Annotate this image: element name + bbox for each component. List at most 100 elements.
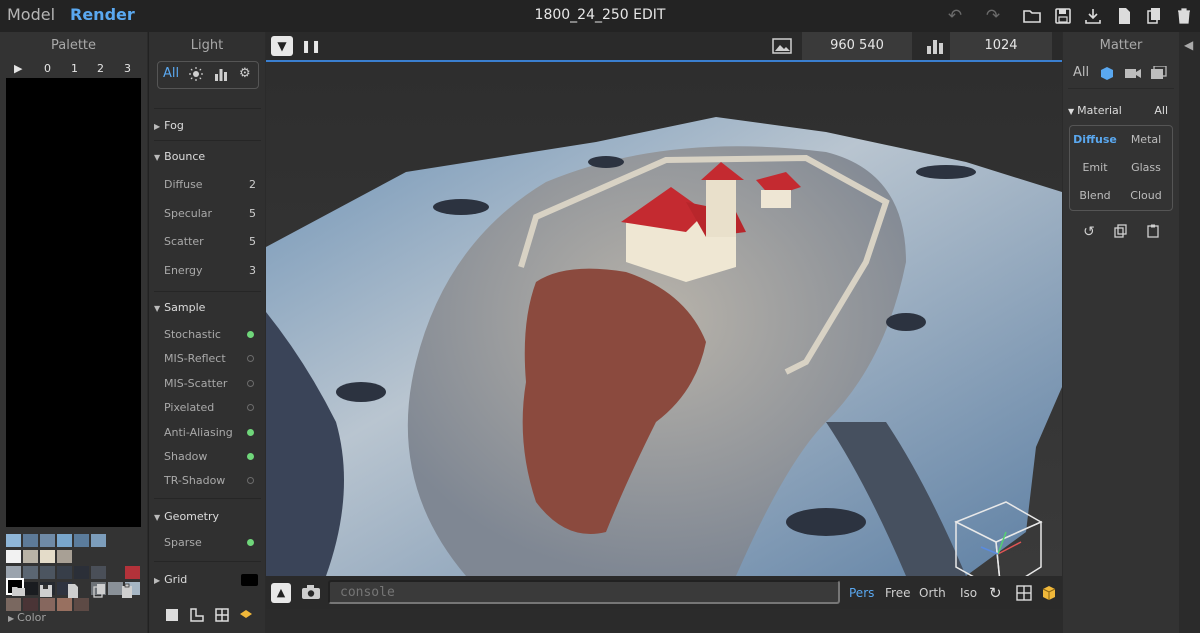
material-diffuse[interactable]: Diffuse xyxy=(1070,126,1120,154)
new-file-icon[interactable] xyxy=(65,583,81,599)
palette-swatch[interactable] xyxy=(74,534,89,547)
collapse-panel-icon[interactable]: ◀ xyxy=(1184,38,1193,52)
new-file-icon[interactable] xyxy=(1114,6,1134,26)
rendered-scene[interactable] xyxy=(266,62,1062,576)
palette-column-3[interactable]: 3 xyxy=(124,62,131,75)
sample-count-display[interactable]: 1024 xyxy=(950,32,1052,60)
palette-swatch[interactable] xyxy=(125,566,140,579)
energy-bounce-field[interactable]: Energy 3 xyxy=(164,264,259,277)
palette-swatch[interactable] xyxy=(40,534,55,547)
video-camera-icon[interactable] xyxy=(1125,67,1141,83)
download-icon[interactable] xyxy=(1083,6,1103,26)
cube-view-icon[interactable] xyxy=(1041,585,1057,605)
toggle-anti-aliasing[interactable]: Anti-Aliasing xyxy=(164,426,259,439)
grid-color-swatch[interactable] xyxy=(241,574,258,586)
toggle-mis-reflect[interactable]: MIS-Reflect xyxy=(164,352,259,365)
palette-swatch[interactable] xyxy=(23,550,38,563)
resolution-display[interactable]: 960 540 xyxy=(802,32,912,60)
palette-swatch[interactable] xyxy=(91,566,106,579)
material-emit[interactable]: Emit xyxy=(1070,154,1120,182)
cam-mode-iso[interactable]: Iso xyxy=(960,586,977,600)
sample-section-header[interactable]: ▼ Sample xyxy=(154,301,205,314)
palette-swatch[interactable] xyxy=(23,566,38,579)
diffuse-bounce-field[interactable]: Diffuse 2 xyxy=(164,178,259,191)
collapse-up-icon[interactable]: ▲ xyxy=(271,583,291,603)
image-icon[interactable] xyxy=(771,36,793,56)
toggle-pixelated[interactable]: Pixelated xyxy=(164,401,259,414)
toggle-indicator-dot[interactable] xyxy=(247,477,254,484)
light-tab-all[interactable]: All xyxy=(163,66,179,81)
scatter-bounce-field[interactable]: Scatter 5 xyxy=(164,235,259,248)
matter-tab-all[interactable]: All xyxy=(1073,65,1089,80)
toggle-indicator-dot[interactable] xyxy=(247,453,254,460)
square-icon[interactable] xyxy=(164,608,180,624)
tab-model[interactable]: Model xyxy=(7,5,55,24)
palette-column-0[interactable]: 0 xyxy=(44,62,51,75)
material-metal[interactable]: Metal xyxy=(1121,126,1171,154)
cube-icon[interactable] xyxy=(1100,66,1114,84)
palette-swatch[interactable] xyxy=(57,534,72,547)
trash-icon[interactable] xyxy=(1174,6,1194,26)
redo-icon[interactable]: ↷ xyxy=(983,6,1003,26)
tab-render[interactable]: Render xyxy=(70,5,135,24)
copy-file-icon[interactable] xyxy=(1144,6,1164,26)
material-blend[interactable]: Blend xyxy=(1070,182,1120,210)
undo-icon[interactable]: ↶ xyxy=(945,6,965,26)
cam-mode-orth[interactable]: Orth xyxy=(919,586,946,600)
histogram-icon[interactable] xyxy=(924,36,946,56)
collapse-down-icon[interactable]: ▼ xyxy=(271,36,293,56)
palette-column-2[interactable]: 2 xyxy=(97,62,104,75)
pause-icon[interactable]: ❚❚ xyxy=(300,36,322,56)
sparse-toggle-dot[interactable] xyxy=(247,539,254,546)
palette-swatch[interactable] xyxy=(74,566,89,579)
sun-icon[interactable] xyxy=(189,67,203,85)
toggle-indicator-dot[interactable] xyxy=(247,404,254,411)
fog-section-header[interactable]: ▶ Fog xyxy=(154,119,184,132)
folder-open-icon[interactable] xyxy=(11,583,27,599)
toggle-indicator-dot[interactable] xyxy=(247,429,254,436)
camera-icon[interactable] xyxy=(301,584,321,604)
cam-mode-pers[interactable]: Pers xyxy=(849,586,874,600)
reset-camera-icon[interactable]: ↻ xyxy=(989,584,1002,602)
palette-column-1[interactable]: 1 xyxy=(71,62,78,75)
paste-icon[interactable] xyxy=(1145,224,1161,240)
diffuse-bounce-value[interactable]: 2 xyxy=(249,178,256,191)
specular-bounce-value[interactable]: 5 xyxy=(249,207,256,220)
palette-color-canvas[interactable] xyxy=(6,78,141,527)
material-section-header[interactable]: ▼ Material All xyxy=(1068,104,1174,117)
palette-swatch[interactable] xyxy=(6,550,21,563)
layers-icon[interactable] xyxy=(238,608,254,624)
copy-icon[interactable] xyxy=(1113,224,1129,240)
palette-swatch[interactable] xyxy=(40,566,55,579)
save-icon[interactable] xyxy=(1053,6,1073,26)
histogram-icon[interactable] xyxy=(214,67,228,85)
corner-shape-icon[interactable] xyxy=(189,608,205,624)
axes-icon[interactable] xyxy=(1016,585,1032,605)
material-filter-all[interactable]: All xyxy=(1154,104,1168,117)
grid-icon[interactable] xyxy=(214,608,230,624)
toggle-tr-shadow[interactable]: TR-Shadow xyxy=(164,474,259,487)
specular-bounce-field[interactable]: Specular 5 xyxy=(164,207,259,220)
material-glass[interactable]: Glass xyxy=(1121,154,1171,182)
energy-bounce-value[interactable]: 3 xyxy=(249,264,256,277)
clipboard-icon[interactable] xyxy=(119,583,135,599)
reset-icon[interactable]: ↺ xyxy=(1081,224,1097,240)
material-cloud[interactable]: Cloud xyxy=(1121,182,1171,210)
scatter-bounce-value[interactable]: 5 xyxy=(249,235,256,248)
play-icon[interactable]: ▶ xyxy=(14,62,22,75)
image-layers-icon[interactable] xyxy=(1151,65,1167,84)
toggle-shadow[interactable]: Shadow xyxy=(164,450,259,463)
cam-mode-free[interactable]: Free xyxy=(885,586,910,600)
folder-open-icon[interactable] xyxy=(1022,6,1042,26)
copy-file-icon[interactable] xyxy=(92,583,108,599)
gear-icon[interactable]: ⚙ xyxy=(239,66,251,81)
palette-swatch[interactable] xyxy=(91,534,106,547)
toggle-sparse[interactable]: Sparse xyxy=(164,536,259,549)
palette-swatch[interactable] xyxy=(57,550,72,563)
palette-swatch[interactable] xyxy=(57,566,72,579)
toggle-indicator-dot[interactable] xyxy=(247,355,254,362)
grid-section-header[interactable]: ▶ Grid xyxy=(154,573,261,586)
console-input[interactable] xyxy=(328,580,840,604)
palette-swatch[interactable] xyxy=(40,550,55,563)
toggle-mis-scatter[interactable]: MIS-Scatter xyxy=(164,377,259,390)
